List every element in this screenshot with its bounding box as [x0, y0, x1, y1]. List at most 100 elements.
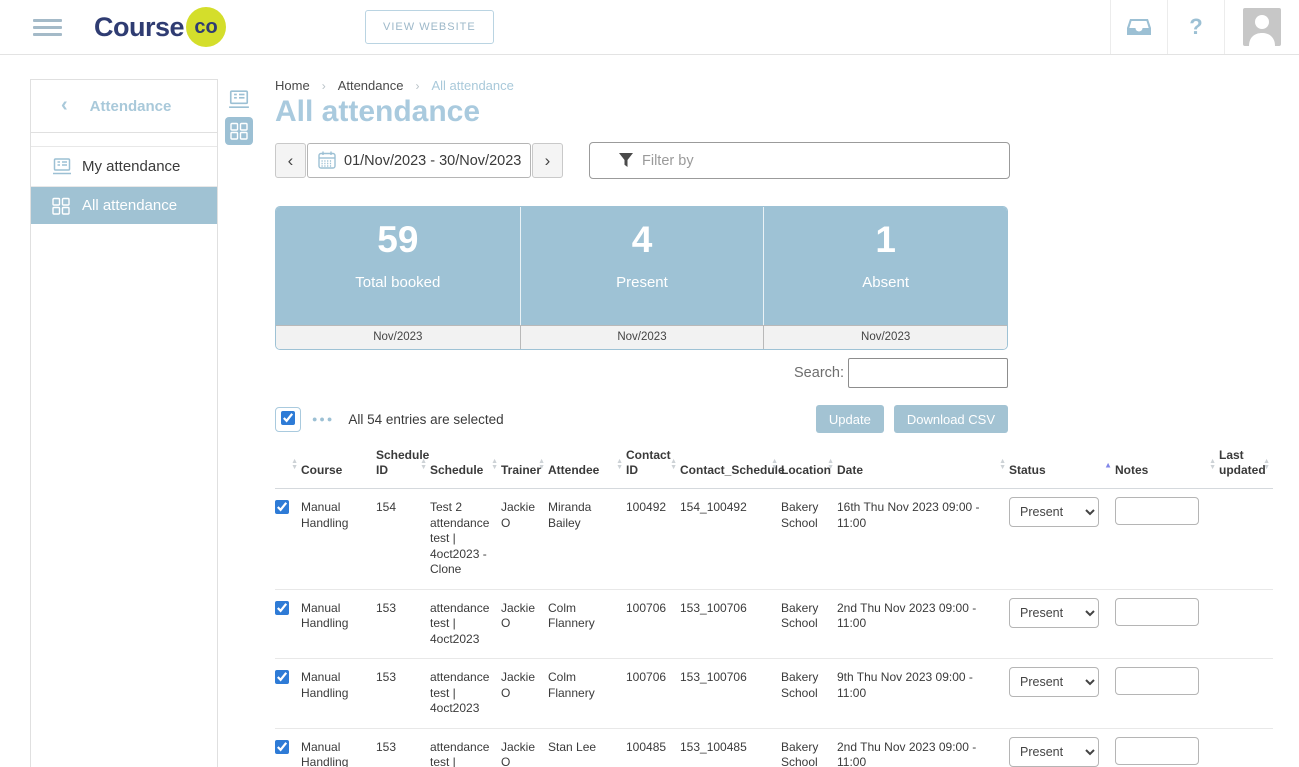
- contact-schedule-cell: 153_100706: [680, 589, 781, 659]
- breadcrumb-home[interactable]: Home: [275, 78, 310, 93]
- status-select[interactable]: Present: [1009, 737, 1099, 767]
- header-trainer[interactable]: Trainer▲▼: [501, 444, 548, 489]
- date-prev-button[interactable]: ‹: [275, 143, 306, 178]
- select-all-checkbox[interactable]: [281, 411, 295, 425]
- sort-icon: ▲▼: [538, 459, 545, 471]
- header-contact-id[interactable]: Contact ID▲▼: [626, 444, 680, 489]
- selection-options-icon[interactable]: ●●●: [312, 414, 334, 424]
- location-cell: Bakery School: [781, 489, 837, 590]
- top-bar: Course co VIEW WEBSITE ?: [0, 0, 1299, 55]
- date-cell: 2nd Thu Nov 2023 09:00 - 11:00: [837, 728, 1009, 767]
- table-row: Manual Handling 154 Test 2 attendance te…: [275, 489, 1273, 590]
- schedule-cell: attendance test | 4oct2023: [430, 589, 501, 659]
- status-select[interactable]: Present: [1009, 497, 1099, 527]
- sort-icon: ▲▼: [616, 459, 623, 471]
- row-checkbox[interactable]: [275, 740, 289, 754]
- location-cell: Bakery School: [781, 589, 837, 659]
- table-row: Manual Handling 153 attendance test | 4o…: [275, 728, 1273, 767]
- inbox-button[interactable]: [1110, 0, 1167, 54]
- breadcrumb-attendance[interactable]: Attendance: [338, 78, 404, 93]
- sort-icon: ▲▼: [291, 459, 298, 471]
- row-checkbox[interactable]: [275, 500, 289, 514]
- stat-value: 4: [521, 219, 764, 261]
- rail-my-attendance-button[interactable]: [225, 86, 253, 114]
- schedule-id-cell: 153: [376, 659, 430, 729]
- schedule-cell: attendance test | 4oct2023: [430, 728, 501, 767]
- help-button[interactable]: ?: [1167, 0, 1224, 54]
- course-cell: Manual Handling: [301, 659, 376, 729]
- course-cell: Manual Handling: [301, 489, 376, 590]
- stat-label: Total booked: [276, 274, 520, 291]
- contact-id-cell: 100706: [626, 589, 680, 659]
- header-schedule[interactable]: Schedule▲▼: [430, 444, 501, 489]
- header-location[interactable]: Location▲▼: [781, 444, 837, 489]
- sidebar-item-my-attendance[interactable]: My attendance: [31, 147, 217, 187]
- sidebar-item-all-attendance[interactable]: All attendance: [31, 187, 217, 224]
- schedule-id-cell: 154: [376, 489, 430, 590]
- header-contact-schedule[interactable]: Contact_Schedule▲▼: [680, 444, 781, 489]
- table-row: Manual Handling 153 attendance test | 4o…: [275, 659, 1273, 729]
- date-cell: 9th Thu Nov 2023 09:00 - 11:00: [837, 659, 1009, 729]
- search-input[interactable]: [848, 358, 1008, 388]
- notes-input[interactable]: [1115, 737, 1199, 765]
- status-select[interactable]: Present: [1009, 598, 1099, 628]
- my-attendance-icon: [228, 90, 250, 110]
- schedule-cell: Test 2 attendance test | 4oct2023 - Clon…: [430, 489, 501, 590]
- view-website-button[interactable]: VIEW WEBSITE: [365, 10, 494, 44]
- header-last-updated[interactable]: Last updated▲▼: [1219, 444, 1273, 489]
- contact-id-cell: 100485: [626, 728, 680, 767]
- attendee-cell: Stan Lee: [548, 728, 626, 767]
- breadcrumb: Home › Attendance › All attendance: [275, 78, 1275, 93]
- contact-schedule-cell: 154_100492: [680, 489, 781, 590]
- all-attendance-icon: [52, 197, 72, 215]
- stat-period: Nov/2023: [276, 326, 520, 349]
- courseco-logo: Course co: [94, 7, 226, 47]
- notes-input[interactable]: [1115, 667, 1199, 695]
- date-range-input[interactable]: [307, 143, 531, 178]
- user-menu[interactable]: [1224, 0, 1299, 54]
- header-schedule-id[interactable]: Schedule ID▲▼: [376, 444, 430, 489]
- trainer-cell: Jackie O: [501, 728, 548, 767]
- stat-period: Nov/2023: [520, 326, 764, 349]
- update-button[interactable]: Update: [816, 405, 884, 433]
- sidebar-back[interactable]: ‹ Attendance: [31, 80, 217, 133]
- notes-input[interactable]: [1115, 598, 1199, 626]
- rail-all-attendance-button[interactable]: [225, 117, 253, 145]
- sidebar-item-label: My attendance: [82, 158, 180, 175]
- hamburger-menu-icon[interactable]: [33, 15, 62, 40]
- header-date[interactable]: Date▲▼: [837, 444, 1009, 489]
- notes-input[interactable]: [1115, 497, 1199, 525]
- attendee-cell: Colm Flannery: [548, 589, 626, 659]
- last-updated-cell: [1219, 659, 1273, 729]
- row-select-cell: [275, 589, 301, 659]
- row-select-cell: [275, 659, 301, 729]
- stat-label: Absent: [764, 274, 1007, 291]
- logo-badge: co: [186, 7, 226, 47]
- stats-panel: 59 Total booked 4 Present 1 Absent Nov/2…: [275, 206, 1008, 350]
- sort-icon: ▲▼: [491, 459, 498, 471]
- stat-total-booked: 59 Total booked: [276, 207, 520, 325]
- table-header-row: ▲▼ Course Schedule ID▲▼ Schedule▲▼ Train…: [275, 444, 1273, 489]
- header-course[interactable]: Course: [301, 444, 376, 489]
- sidebar-item-label: All attendance: [82, 197, 177, 214]
- filter-input[interactable]: [589, 142, 1010, 179]
- row-checkbox[interactable]: [275, 670, 289, 684]
- select-all-wrapper[interactable]: [275, 407, 301, 432]
- header-attendee[interactable]: Attendee▲▼: [548, 444, 626, 489]
- header-status[interactable]: Status▲: [1009, 444, 1115, 489]
- sort-icon: ▲▼: [420, 459, 427, 471]
- header-notes[interactable]: Notes▲▼: [1115, 444, 1219, 489]
- calendar-icon: [317, 150, 337, 170]
- breadcrumb-current: All attendance: [431, 78, 513, 93]
- date-next-button[interactable]: ›: [532, 143, 563, 178]
- row-checkbox[interactable]: [275, 601, 289, 615]
- status-select[interactable]: Present: [1009, 667, 1099, 697]
- attendance-table: ▲▼ Course Schedule ID▲▼ Schedule▲▼ Train…: [275, 444, 1273, 767]
- header-select[interactable]: ▲▼: [275, 444, 301, 489]
- attendee-cell: Miranda Bailey: [548, 489, 626, 590]
- chevron-right-icon: ›: [322, 79, 326, 93]
- date-cell: 16th Thu Nov 2023 09:00 - 11:00: [837, 489, 1009, 590]
- download-csv-button[interactable]: Download CSV: [894, 405, 1008, 433]
- my-attendance-icon: [52, 158, 72, 176]
- last-updated-cell: [1219, 489, 1273, 590]
